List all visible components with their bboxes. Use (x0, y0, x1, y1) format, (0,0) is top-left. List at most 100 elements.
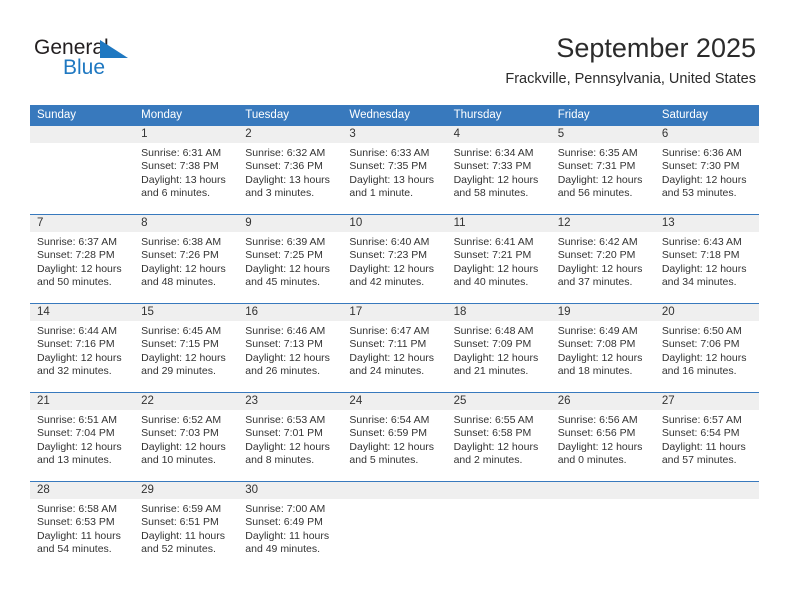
day-number: 18 (446, 304, 551, 321)
day-number: 20 (654, 304, 759, 321)
day-number: 2 (238, 126, 343, 143)
daylight-line-1: Daylight: 12 hours (557, 173, 643, 186)
day-details: Sunrise: 6:39 AM Sunset: 7:25 PM Dayligh… (238, 232, 342, 290)
day-cell[interactable]: 3 Sunrise: 6:33 AM Sunset: 7:35 PM Dayli… (342, 126, 447, 214)
sunrise-line: Sunrise: 6:42 AM (557, 236, 638, 248)
day-cell[interactable]: 15 Sunrise: 6:45 AM Sunset: 7:15 PM Dayl… (134, 304, 239, 392)
sunrise-line: Sunrise: 6:34 AM (453, 147, 534, 159)
weekday-header-sunday: Sunday (37, 109, 77, 121)
day-cell[interactable]: 11 Sunrise: 6:41 AM Sunset: 7:21 PM Dayl… (446, 215, 551, 303)
day-number: 13 (654, 215, 759, 232)
day-cell[interactable]: 12 Sunrise: 6:42 AM Sunset: 7:20 PM Dayl… (550, 215, 655, 303)
day-cell[interactable]: 18 Sunrise: 6:48 AM Sunset: 7:09 PM Dayl… (446, 304, 551, 392)
day-cell[interactable]: 13 Sunrise: 6:43 AM Sunset: 7:18 PM Dayl… (654, 215, 759, 303)
day-details (342, 499, 446, 503)
day-cell[interactable]: 20 Sunrise: 6:50 AM Sunset: 7:06 PM Dayl… (654, 304, 759, 392)
day-cell[interactable]: 14 Sunrise: 6:44 AM Sunset: 7:16 PM Dayl… (30, 304, 135, 392)
week-row: 28 Sunrise: 6:58 AM Sunset: 6:53 PM Dayl… (30, 481, 759, 572)
sunset-line: Sunset: 7:06 PM (661, 338, 740, 351)
daylight-line-1: Daylight: 11 hours (245, 529, 330, 542)
sunset-line: Sunset: 7:15 PM (141, 338, 219, 351)
day-cell[interactable] (342, 482, 447, 572)
sunrise-line: Sunrise: 6:35 AM (557, 147, 638, 159)
day-details: Sunrise: 6:53 AM Sunset: 7:01 PM Dayligh… (238, 410, 342, 468)
day-cell[interactable]: 2 Sunrise: 6:32 AM Sunset: 7:36 PM Dayli… (238, 126, 343, 214)
daylight-line-2: and 34 minutes. (661, 276, 737, 289)
day-cell[interactable] (550, 482, 655, 572)
day-number: 11 (446, 215, 551, 232)
daylight-line-2: and 18 minutes. (557, 365, 633, 378)
sunrise-line: Sunrise: 6:48 AM (453, 325, 534, 337)
day-details: Sunrise: 6:42 AM Sunset: 7:20 PM Dayligh… (551, 232, 655, 290)
day-cell[interactable]: 7 Sunrise: 6:37 AM Sunset: 7:28 PM Dayli… (30, 215, 135, 303)
calendar-page: General Blue September 2025 Frackville, … (0, 0, 792, 612)
day-cell[interactable]: 23 Sunrise: 6:53 AM Sunset: 7:01 PM Dayl… (238, 393, 343, 481)
day-cell[interactable]: 9 Sunrise: 6:39 AM Sunset: 7:25 PM Dayli… (238, 215, 343, 303)
day-details: Sunrise: 6:40 AM Sunset: 7:23 PM Dayligh… (342, 232, 446, 290)
day-cell[interactable]: 29 Sunrise: 6:59 AM Sunset: 6:51 PM Dayl… (134, 482, 239, 572)
day-details: Sunrise: 6:41 AM Sunset: 7:21 PM Dayligh… (447, 232, 551, 290)
sunrise-line: Sunrise: 6:58 AM (37, 503, 117, 515)
sunset-line: Sunset: 6:49 PM (245, 516, 323, 529)
daylight-line-1: Daylight: 12 hours (245, 351, 330, 364)
day-number: 28 (30, 482, 135, 499)
day-cell[interactable]: 19 Sunrise: 6:49 AM Sunset: 7:08 PM Dayl… (550, 304, 655, 392)
day-cell[interactable]: 22 Sunrise: 6:52 AM Sunset: 7:03 PM Dayl… (134, 393, 239, 481)
sunset-line: Sunset: 7:36 PM (245, 160, 323, 173)
sunrise-line: Sunrise: 6:41 AM (453, 236, 534, 248)
sunrise-line: Sunrise: 6:49 AM (557, 325, 638, 337)
day-cell[interactable]: 6 Sunrise: 6:36 AM Sunset: 7:30 PM Dayli… (654, 126, 759, 214)
day-cell[interactable] (446, 482, 551, 572)
day-cell[interactable]: 30 Sunrise: 7:00 AM Sunset: 6:49 PM Dayl… (238, 482, 343, 572)
daylight-line-2: and 40 minutes. (453, 276, 529, 289)
daylight-line-2: and 50 minutes. (37, 276, 112, 289)
day-number: 10 (342, 215, 447, 232)
day-cell[interactable]: 10 Sunrise: 6:40 AM Sunset: 7:23 PM Dayl… (342, 215, 447, 303)
day-number: 17 (342, 304, 447, 321)
day-number: 5 (550, 126, 655, 143)
day-cell[interactable]: 4 Sunrise: 6:34 AM Sunset: 7:33 PM Dayli… (446, 126, 551, 214)
day-cell[interactable]: 1 Sunrise: 6:31 AM Sunset: 7:38 PM Dayli… (134, 126, 239, 214)
weekday-header-tuesday: Tuesday (245, 109, 289, 121)
daylight-line-1: Daylight: 12 hours (37, 351, 122, 364)
day-cell[interactable]: 26 Sunrise: 6:56 AM Sunset: 6:56 PM Dayl… (550, 393, 655, 481)
day-cell[interactable] (30, 126, 135, 214)
day-number: 24 (342, 393, 447, 410)
day-cell[interactable]: 25 Sunrise: 6:55 AM Sunset: 6:58 PM Dayl… (446, 393, 551, 481)
sunset-line: Sunset: 7:16 PM (37, 338, 115, 351)
day-details: Sunrise: 6:46 AM Sunset: 7:13 PM Dayligh… (238, 321, 342, 379)
day-number: 12 (550, 215, 655, 232)
day-details: Sunrise: 6:48 AM Sunset: 7:09 PM Dayligh… (447, 321, 551, 379)
day-cell[interactable]: 8 Sunrise: 6:38 AM Sunset: 7:26 PM Dayli… (134, 215, 239, 303)
day-details: Sunrise: 6:31 AM Sunset: 7:38 PM Dayligh… (134, 143, 238, 201)
daylight-line-1: Daylight: 12 hours (453, 262, 539, 275)
day-cell[interactable]: 24 Sunrise: 6:54 AM Sunset: 6:59 PM Dayl… (342, 393, 447, 481)
daylight-line-2: and 6 minutes. (141, 187, 211, 200)
day-cell[interactable]: 16 Sunrise: 6:46 AM Sunset: 7:13 PM Dayl… (238, 304, 343, 392)
brand-logo[interactable]: General Blue (34, 36, 214, 88)
day-cell[interactable]: 27 Sunrise: 6:57 AM Sunset: 6:54 PM Dayl… (654, 393, 759, 481)
sunset-line: Sunset: 7:18 PM (661, 249, 740, 262)
weekday-header-wednesday: Wednesday (349, 109, 410, 121)
day-number (654, 482, 759, 499)
daylight-line-2: and 58 minutes. (453, 187, 529, 200)
calendar-grid: Sunday Monday Tuesday Wednesday Thursday… (30, 105, 759, 572)
day-cell[interactable]: 5 Sunrise: 6:35 AM Sunset: 7:31 PM Dayli… (550, 126, 655, 214)
day-details: Sunrise: 6:44 AM Sunset: 7:16 PM Dayligh… (30, 321, 134, 379)
daylight-line-2: and 53 minutes. (661, 187, 737, 200)
weekday-header-thursday: Thursday (453, 109, 502, 121)
sunrise-line: Sunrise: 6:31 AM (141, 147, 222, 159)
day-number: 15 (134, 304, 239, 321)
daylight-line-2: and 48 minutes. (141, 276, 216, 289)
daylight-line-1: Daylight: 12 hours (453, 173, 539, 186)
sunset-line: Sunset: 7:04 PM (37, 427, 115, 440)
day-cell[interactable] (654, 482, 759, 572)
daylight-line-2: and 29 minutes. (141, 365, 216, 378)
brand-name-light: Blue (63, 56, 106, 79)
daylight-line-2: and 5 minutes. (349, 454, 419, 467)
sunset-line: Sunset: 7:09 PM (453, 338, 532, 351)
day-cell[interactable]: 21 Sunrise: 6:51 AM Sunset: 7:04 PM Dayl… (30, 393, 135, 481)
day-cell[interactable]: 17 Sunrise: 6:47 AM Sunset: 7:11 PM Dayl… (342, 304, 447, 392)
daylight-line-2: and 45 minutes. (245, 276, 320, 289)
day-cell[interactable]: 28 Sunrise: 6:58 AM Sunset: 6:53 PM Dayl… (30, 482, 135, 572)
